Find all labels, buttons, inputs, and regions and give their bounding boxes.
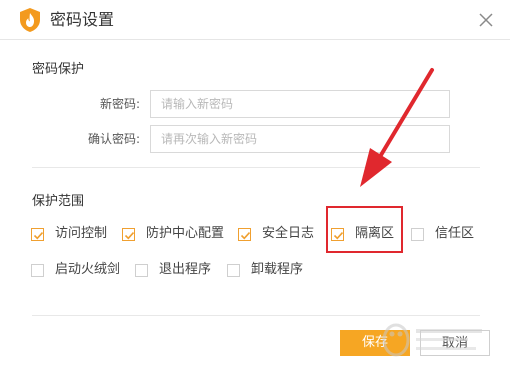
option-label: 退出程序 [159, 262, 212, 277]
checkbox-checked-icon[interactable] [122, 227, 135, 241]
annotation-highlight-box [326, 206, 403, 253]
password-section-title: 密码保护 [32, 62, 85, 77]
option-access-control[interactable]: 访问控制 [31, 226, 107, 242]
close-icon[interactable] [476, 10, 496, 30]
checkbox-unchecked-icon[interactable] [227, 263, 240, 277]
footer-divider [32, 315, 480, 316]
confirm-password-label: 确认密码: [87, 132, 140, 146]
option-launch-sword[interactable]: 启动火绒剑 [31, 262, 120, 278]
option-label: 防护中心配置 [146, 226, 225, 241]
checkbox-unchecked-icon[interactable] [135, 263, 148, 277]
checkbox-unchecked-icon[interactable] [31, 263, 44, 277]
option-protection-center[interactable]: 防护中心配置 [122, 226, 224, 242]
red-arrow-icon [360, 68, 434, 187]
huorong-flame-icon [20, 8, 40, 32]
option-label: 访问控制 [55, 226, 108, 241]
option-exit-program[interactable]: 退出程序 [135, 262, 211, 278]
window-title: 密码设置 [50, 10, 115, 29]
checkbox-checked-icon[interactable] [31, 227, 44, 241]
cancel-button[interactable]: 取消 [420, 330, 490, 356]
scope-section-title: 保护范围 [32, 194, 85, 209]
save-button[interactable]: 保存 [340, 330, 410, 356]
option-trust-zone[interactable]: 信任区 [411, 226, 474, 242]
option-security-log[interactable]: 安全日志 [238, 226, 314, 242]
checkbox-checked-icon[interactable] [238, 227, 251, 241]
new-password-label: 新密码: [99, 97, 140, 111]
option-label: 安全日志 [262, 226, 315, 241]
checkbox-unchecked-icon[interactable] [411, 227, 424, 241]
option-uninstall-program[interactable]: 卸载程序 [227, 262, 303, 278]
option-label: 启动火绒剑 [55, 262, 121, 277]
title-bar: 密码设置 [0, 0, 510, 40]
option-label: 信任区 [435, 226, 475, 241]
option-label: 卸载程序 [251, 262, 304, 277]
